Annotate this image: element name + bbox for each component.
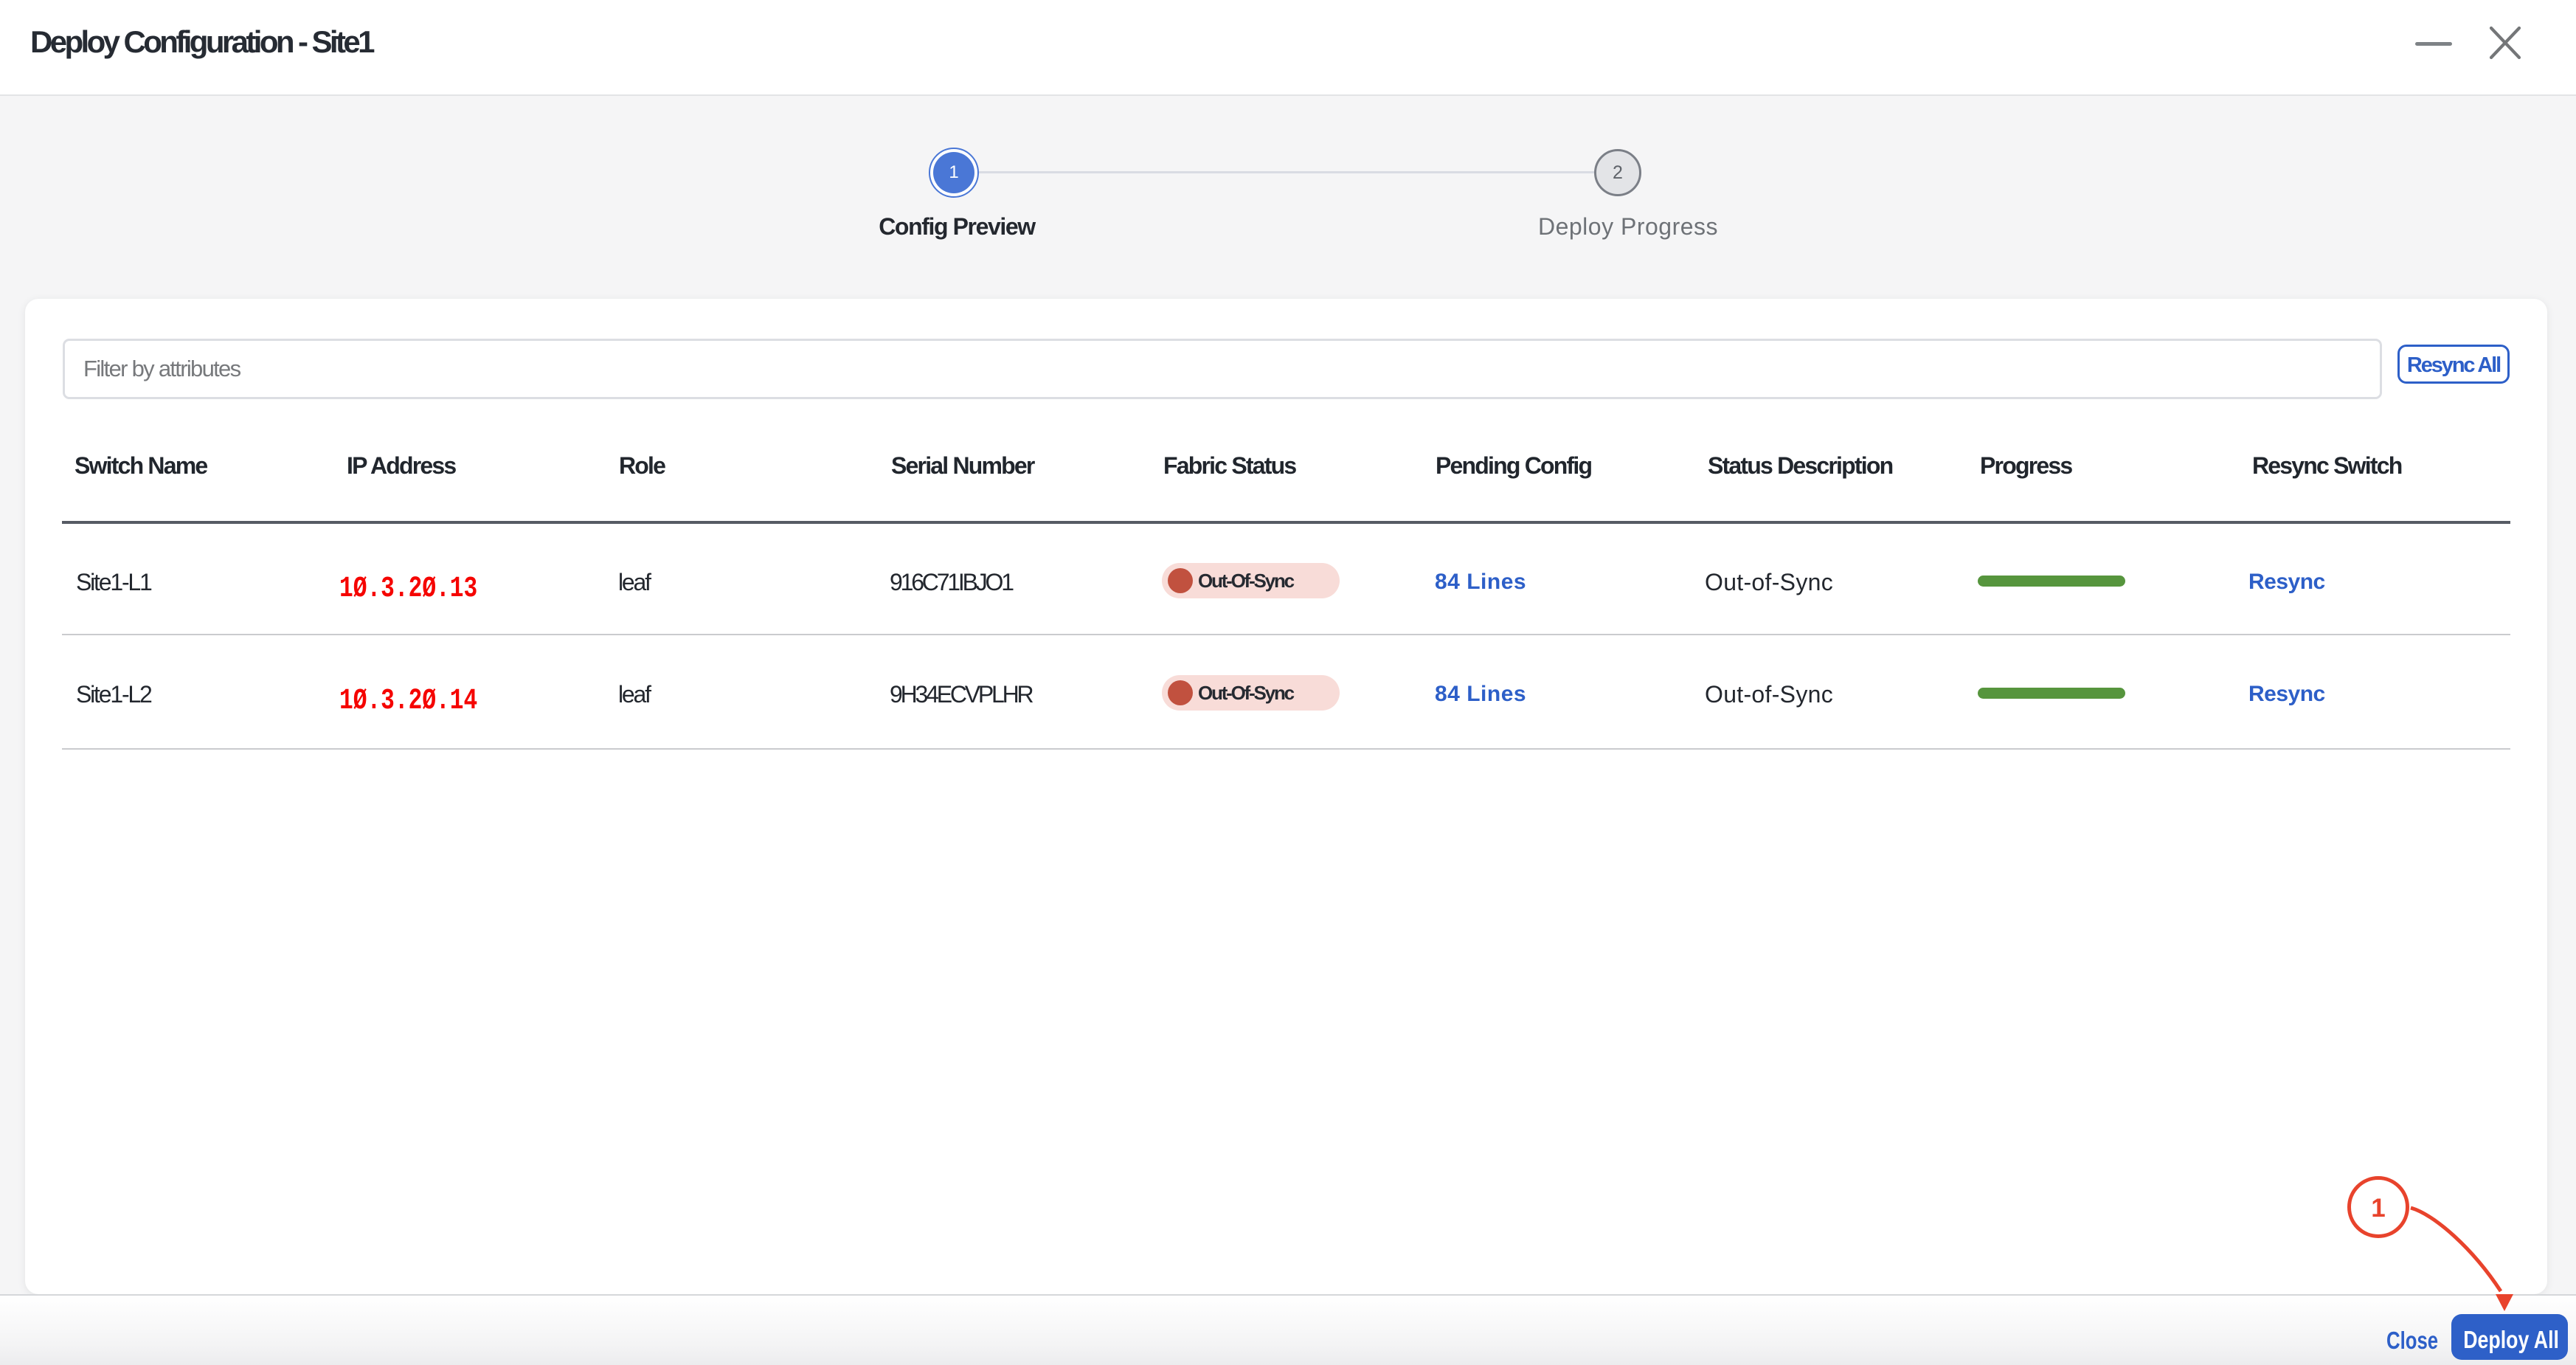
svg-text:1: 1 <box>2371 1194 2385 1223</box>
